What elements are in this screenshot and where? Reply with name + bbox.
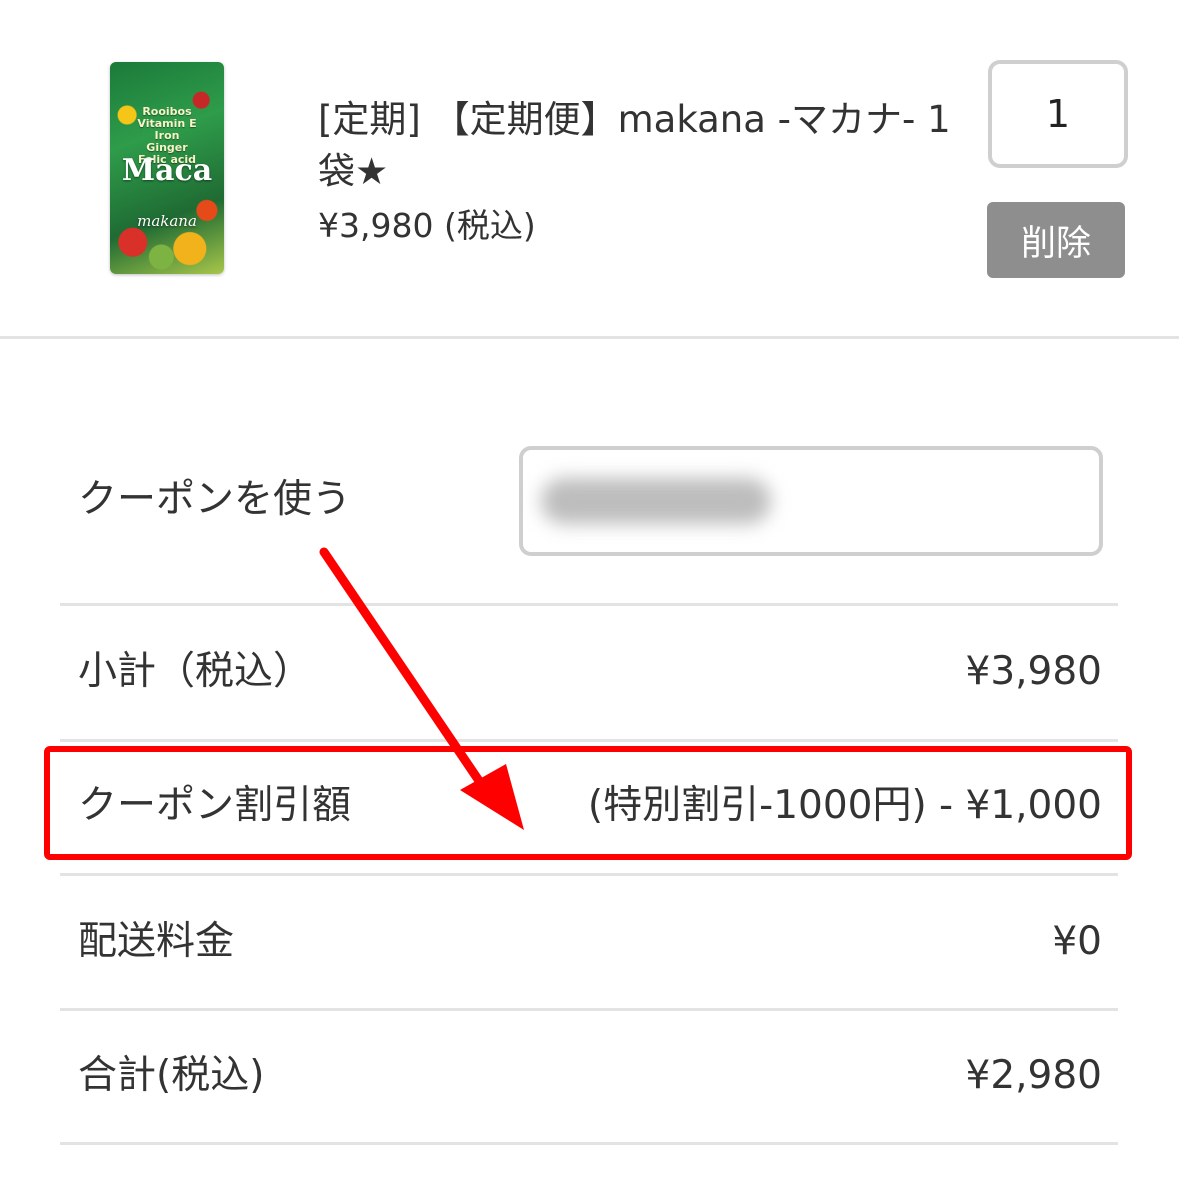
coupon-discount-value: (特別割引-1000円) - ¥1,000 (587, 783, 1102, 828)
product-price: ¥3,980 (税込) (318, 206, 536, 245)
row-divider (60, 1008, 1118, 1011)
coupon-code-input[interactable] (523, 450, 1099, 552)
total-label: 合計(税込) (78, 1053, 265, 1098)
coupon-input-box[interactable] (519, 446, 1103, 556)
coupon-discount-label: クーポン割引額 (78, 783, 352, 828)
coupon-label: クーポンを使う (78, 477, 352, 522)
product-name[interactable]: [定期] 【定期便】makana -マカナ- 1袋★ (318, 94, 958, 198)
row-divider (60, 1142, 1118, 1145)
row-divider (60, 603, 1118, 606)
product-pack-title: Maca (121, 153, 213, 188)
product-pack-brand: makana (137, 212, 197, 230)
product-thumbnail[interactable]: Rooibos Vitamin E Iron Ginger Folic acid… (110, 62, 224, 274)
shipping-value: ¥0 (1052, 919, 1102, 964)
section-divider (0, 336, 1179, 339)
subtotal-value: ¥3,980 (965, 649, 1102, 694)
total-value: ¥2,980 (965, 1053, 1102, 1098)
shipping-label: 配送料金 (78, 919, 235, 964)
quantity-input[interactable] (988, 60, 1128, 168)
row-divider (60, 739, 1118, 742)
delete-button[interactable]: 削除 (987, 202, 1125, 278)
subtotal-label: 小計（税込） (78, 649, 313, 694)
row-divider (60, 873, 1118, 876)
